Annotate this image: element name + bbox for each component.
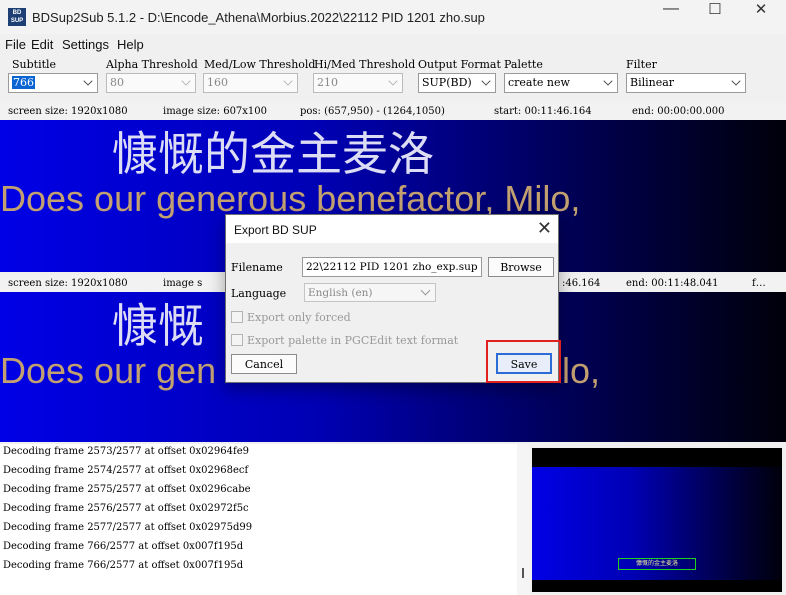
language-select[interactable]: English (en) bbox=[304, 283, 436, 302]
target-start-time: :46.164 bbox=[562, 278, 601, 289]
preview-subtitle-box: 慷慨的金主麦洛 bbox=[618, 558, 696, 570]
language-value: English (en) bbox=[308, 287, 373, 299]
export-palette-label: Export palette in PGCEdit text format bbox=[247, 334, 459, 347]
save-button[interactable]: Save bbox=[496, 353, 552, 374]
chevron-down-icon bbox=[603, 76, 613, 86]
log-line: Decoding frame 766/2577 at offset 0x007f… bbox=[3, 541, 244, 552]
app-icon: BD SUP bbox=[8, 8, 26, 26]
output-format-select[interactable]: SUP(BD) bbox=[418, 73, 496, 93]
preview-thumbnail: 慷慨的金主麦洛 bbox=[532, 448, 782, 592]
medlow-threshold-label: Med/Low Threshold bbox=[204, 58, 316, 71]
cancel-button[interactable]: Cancel bbox=[231, 354, 297, 374]
log-line: Decoding frame 2573/2577 at offset 0x029… bbox=[3, 446, 249, 457]
output-format-value: SUP(BD) bbox=[422, 76, 472, 89]
chevron-down-icon bbox=[388, 76, 398, 86]
maximize-button[interactable]: ☐ bbox=[692, 0, 738, 34]
menu-help[interactable]: Help bbox=[117, 37, 144, 52]
chevron-down-icon bbox=[481, 76, 491, 86]
source-position: pos: (657,950) - (1264,1050) bbox=[300, 106, 445, 117]
chevron-down-icon bbox=[731, 76, 741, 86]
alpha-threshold-label: Alpha Threshold bbox=[106, 58, 198, 71]
menu-bar: File Edit Settings Help bbox=[0, 34, 786, 54]
target-info-more: f… bbox=[752, 278, 766, 289]
log-scrollbar[interactable] bbox=[517, 444, 530, 595]
minimize-button[interactable]: — bbox=[648, 0, 694, 34]
log-line: Decoding frame 2576/2577 at offset 0x029… bbox=[3, 503, 249, 514]
himed-threshold-label: Hi/Med Threshold bbox=[314, 58, 416, 71]
alpha-threshold-select[interactable]: 80 bbox=[106, 73, 196, 93]
target-subtitle-zh: 慷慨 bbox=[112, 299, 204, 353]
export-forced-label: Export only forced bbox=[247, 311, 351, 324]
log-line: Decoding frame 2577/2577 at offset 0x029… bbox=[3, 522, 253, 533]
dialog-close-icon[interactable]: ✕ bbox=[537, 218, 552, 239]
target-image-size: image s bbox=[163, 278, 203, 289]
source-screen-size: screen size: 1920x1080 bbox=[8, 106, 128, 117]
browse-button[interactable]: Browse bbox=[488, 257, 554, 277]
log-panel[interactable]: Decoding frame 2573/2577 at offset 0x029… bbox=[0, 444, 530, 595]
target-end-time: end: 00:11:48.041 bbox=[626, 278, 719, 289]
source-image-size: image size: 607x100 bbox=[163, 106, 268, 117]
filename-label: Filename bbox=[231, 261, 283, 274]
palette-select[interactable]: create new bbox=[504, 73, 618, 93]
target-subtitle-en-left: Does our gen bbox=[0, 350, 217, 391]
filter-label: Filter bbox=[626, 58, 657, 71]
log-line: Decoding frame 2575/2577 at offset 0x029… bbox=[3, 484, 251, 495]
chevron-down-icon bbox=[420, 285, 431, 296]
filter-select[interactable]: Bilinear bbox=[626, 73, 746, 93]
source-start-time: start: 00:11:46.164 bbox=[494, 106, 592, 117]
himed-threshold-value: 210 bbox=[317, 76, 338, 89]
alpha-threshold-value: 80 bbox=[110, 76, 124, 89]
menu-edit[interactable]: Edit bbox=[31, 37, 53, 52]
source-end-time: end: 00:00:00.000 bbox=[632, 106, 725, 117]
filename-input[interactable]: 22\22112 PID 1201 zho_exp.sup bbox=[302, 257, 482, 277]
export-palette-checkbox[interactable] bbox=[231, 334, 243, 346]
chevron-down-icon bbox=[181, 76, 191, 86]
medlow-threshold-select[interactable]: 160 bbox=[203, 73, 298, 93]
chevron-down-icon bbox=[283, 76, 293, 86]
export-dialog: Export BD SUP ✕ Filename 22\22112 PID 12… bbox=[225, 214, 561, 383]
menu-settings[interactable]: Settings bbox=[62, 37, 109, 52]
palette-label: Palette bbox=[504, 58, 543, 71]
subtitle-label: Subtitle bbox=[12, 58, 57, 71]
title-bar: BD SUP BDSup2Sub 5.1.2 - D:\Encode_Athen… bbox=[0, 0, 786, 34]
dialog-title: Export BD SUP bbox=[226, 215, 558, 243]
export-forced-checkbox[interactable] bbox=[231, 311, 243, 323]
subtitle-value: 766 bbox=[12, 76, 35, 89]
target-screen-size: screen size: 1920x1080 bbox=[8, 278, 128, 289]
window-title: BDSup2Sub 5.1.2 - D:\Encode_Athena\Morbi… bbox=[32, 10, 485, 25]
chevron-down-icon bbox=[83, 76, 93, 86]
menu-file[interactable]: File bbox=[5, 37, 26, 52]
log-line: Decoding frame 2574/2577 at offset 0x029… bbox=[3, 465, 249, 476]
log-scrollbar-thumb[interactable] bbox=[522, 568, 524, 578]
close-button[interactable]: ✕ bbox=[738, 0, 784, 34]
language-label: Language bbox=[231, 287, 287, 300]
subtitle-select[interactable]: 766 bbox=[8, 73, 98, 93]
filter-value: Bilinear bbox=[630, 76, 675, 89]
himed-threshold-select[interactable]: 210 bbox=[313, 73, 403, 93]
medlow-threshold-value: 160 bbox=[207, 76, 228, 89]
source-subtitle-zh: 慷慨的金主麦洛 bbox=[112, 127, 434, 181]
output-format-label: Output Format bbox=[418, 58, 501, 71]
log-line: Decoding frame 766/2577 at offset 0x007f… bbox=[3, 560, 244, 571]
palette-value: create new bbox=[508, 76, 570, 89]
preview-frame: 慷慨的金主麦洛 bbox=[532, 467, 782, 580]
